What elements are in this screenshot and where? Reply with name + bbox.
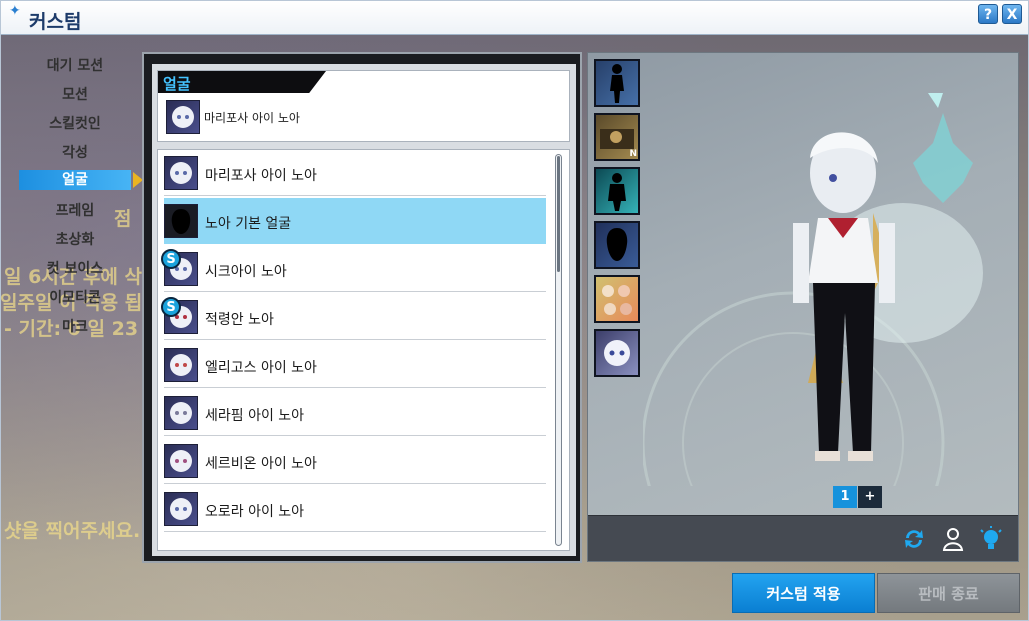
- menu-item-awakening[interactable]: 각성: [19, 140, 131, 169]
- add-page-button[interactable]: +: [858, 486, 882, 508]
- menu-item-face-label: 얼굴: [62, 172, 88, 188]
- lightbulb-icon[interactable]: [978, 526, 1004, 552]
- menu-item-skill-cutin[interactable]: 스킬컷인: [19, 111, 131, 140]
- menu-item-cut-voice[interactable]: 컷 보이스: [19, 256, 131, 285]
- list-scrollbar[interactable]: [555, 154, 562, 546]
- list-item-name: 시크아이 노아: [205, 264, 287, 280]
- list-item[interactable]: 엘리고스 아이 노아: [164, 342, 546, 388]
- menu-item-motion[interactable]: 모션: [19, 82, 131, 111]
- face-thumbnail-icon: [164, 396, 198, 430]
- item-list-inner: 얼굴 마리포사 아이 노아 마리포사 아이 노아 노아 기본 얼굴 S 시크아이…: [152, 64, 576, 556]
- custom-window: ✦ 커스텀 ? X 대기 모션 모션 스킬컷인 각성 얼굴 프레임 초상화 컷 …: [0, 0, 1029, 621]
- group-portrait-icon: [602, 285, 632, 315]
- thumb-portrait[interactable]: [594, 329, 640, 377]
- thumb-idle-motion[interactable]: [594, 59, 640, 107]
- awakening-pose-icon: [608, 173, 626, 211]
- end-sale-button[interactable]: 판매 종료: [877, 573, 1020, 613]
- list-item-name: 세르비온 아이 노아: [205, 456, 317, 472]
- list-item-name: 오로라 아이 노아: [205, 504, 305, 520]
- apply-custom-button[interactable]: 커스텀 적용: [732, 573, 875, 613]
- thumb-face[interactable]: [594, 221, 640, 269]
- face-thumbnail-icon: S: [161, 297, 198, 334]
- window-title: 커스텀: [29, 11, 82, 33]
- list-item-name: 노아 기본 얼굴: [205, 216, 292, 232]
- list-scrollbar-thumb[interactable]: [557, 156, 560, 272]
- list-item-selected[interactable]: 노아 기본 얼굴: [164, 198, 546, 244]
- preview-panel: N 1 +: [587, 52, 1019, 562]
- face-thumbnail-icon: [164, 156, 198, 190]
- menu-item-face[interactable]: 얼굴: [19, 170, 143, 190]
- current-selection-name: 마리포사 아이 노아: [204, 111, 300, 125]
- thumb-frame[interactable]: [594, 275, 640, 323]
- menu-item-emoticon[interactable]: 이모티콘: [19, 285, 131, 314]
- special-badge-icon: S: [161, 249, 181, 269]
- preview-thumbnails: N: [594, 59, 640, 383]
- item-list-panel: 얼굴 마리포사 아이 노아 마리포사 아이 노아 노아 기본 얼굴 S 시크아이…: [142, 52, 582, 563]
- page-1-button[interactable]: 1: [833, 486, 857, 508]
- title-bar[interactable]: ✦ 커스텀 ? X: [1, 1, 1028, 35]
- face-thumbnail-icon: [164, 444, 198, 478]
- special-badge-icon: S: [161, 297, 181, 317]
- list-item-name: 엘리고스 아이 노아: [205, 360, 317, 376]
- menu-item-mark[interactable]: 마크: [19, 314, 131, 343]
- category-header: 얼굴: [158, 71, 326, 93]
- face-thumbnail-icon: [164, 492, 198, 526]
- help-button[interactable]: ?: [978, 4, 998, 24]
- thumb-awakening[interactable]: [594, 167, 640, 215]
- face-silhouette-icon: [606, 228, 628, 261]
- list-item-name: 마리포사 아이 노아: [205, 168, 317, 184]
- list-item[interactable]: 세르비온 아이 노아: [164, 438, 546, 484]
- character-pose-icon: [610, 64, 624, 103]
- preview-toolbar: [588, 515, 1018, 561]
- list-item[interactable]: 세라핌 아이 노아: [164, 390, 546, 436]
- face-thumbnail-icon: [164, 348, 198, 382]
- list-item[interactable]: S 시크아이 노아: [161, 246, 546, 292]
- thumb-skill-cutin[interactable]: N: [594, 113, 640, 161]
- face-silhouette-icon: [164, 204, 198, 238]
- menu-item-portrait[interactable]: 초상화: [19, 227, 131, 256]
- character-icon[interactable]: [940, 526, 966, 552]
- category-menu: 대기 모션 모션 스킬컷인 각성 얼굴 프레임 초상화 컷 보이스 이모티콘 마…: [19, 53, 143, 343]
- portrait-icon: [604, 340, 630, 366]
- current-selection-box: 얼굴 마리포사 아이 노아: [157, 70, 570, 142]
- list-item[interactable]: S 적령안 노아: [161, 294, 546, 340]
- sparkle-icon: ✦: [9, 3, 21, 19]
- menu-item-idle-motion[interactable]: 대기 모션: [19, 53, 131, 82]
- new-badge: N: [629, 149, 637, 159]
- list-item[interactable]: 마리포사 아이 노아: [164, 150, 546, 196]
- list-item-name: 세라핌 아이 노아: [205, 408, 305, 424]
- character-preview[interactable]: 1 +: [643, 53, 1020, 508]
- face-thumbnail-icon: S: [161, 249, 198, 286]
- refresh-icon[interactable]: [901, 526, 927, 552]
- list-item-name: 적령안 노아: [205, 312, 274, 328]
- face-thumbnail-icon: [166, 100, 200, 134]
- face-list[interactable]: 마리포사 아이 노아 노아 기본 얼굴 S 시크아이 노아 S 적령안 노아 엘…: [157, 149, 570, 551]
- character-render-icon: [643, 93, 983, 508]
- list-item[interactable]: 오로라 아이 노아: [164, 486, 546, 532]
- close-button[interactable]: X: [1002, 4, 1022, 24]
- category-title: 얼굴: [163, 75, 191, 93]
- menu-item-frame[interactable]: 프레임: [19, 198, 131, 227]
